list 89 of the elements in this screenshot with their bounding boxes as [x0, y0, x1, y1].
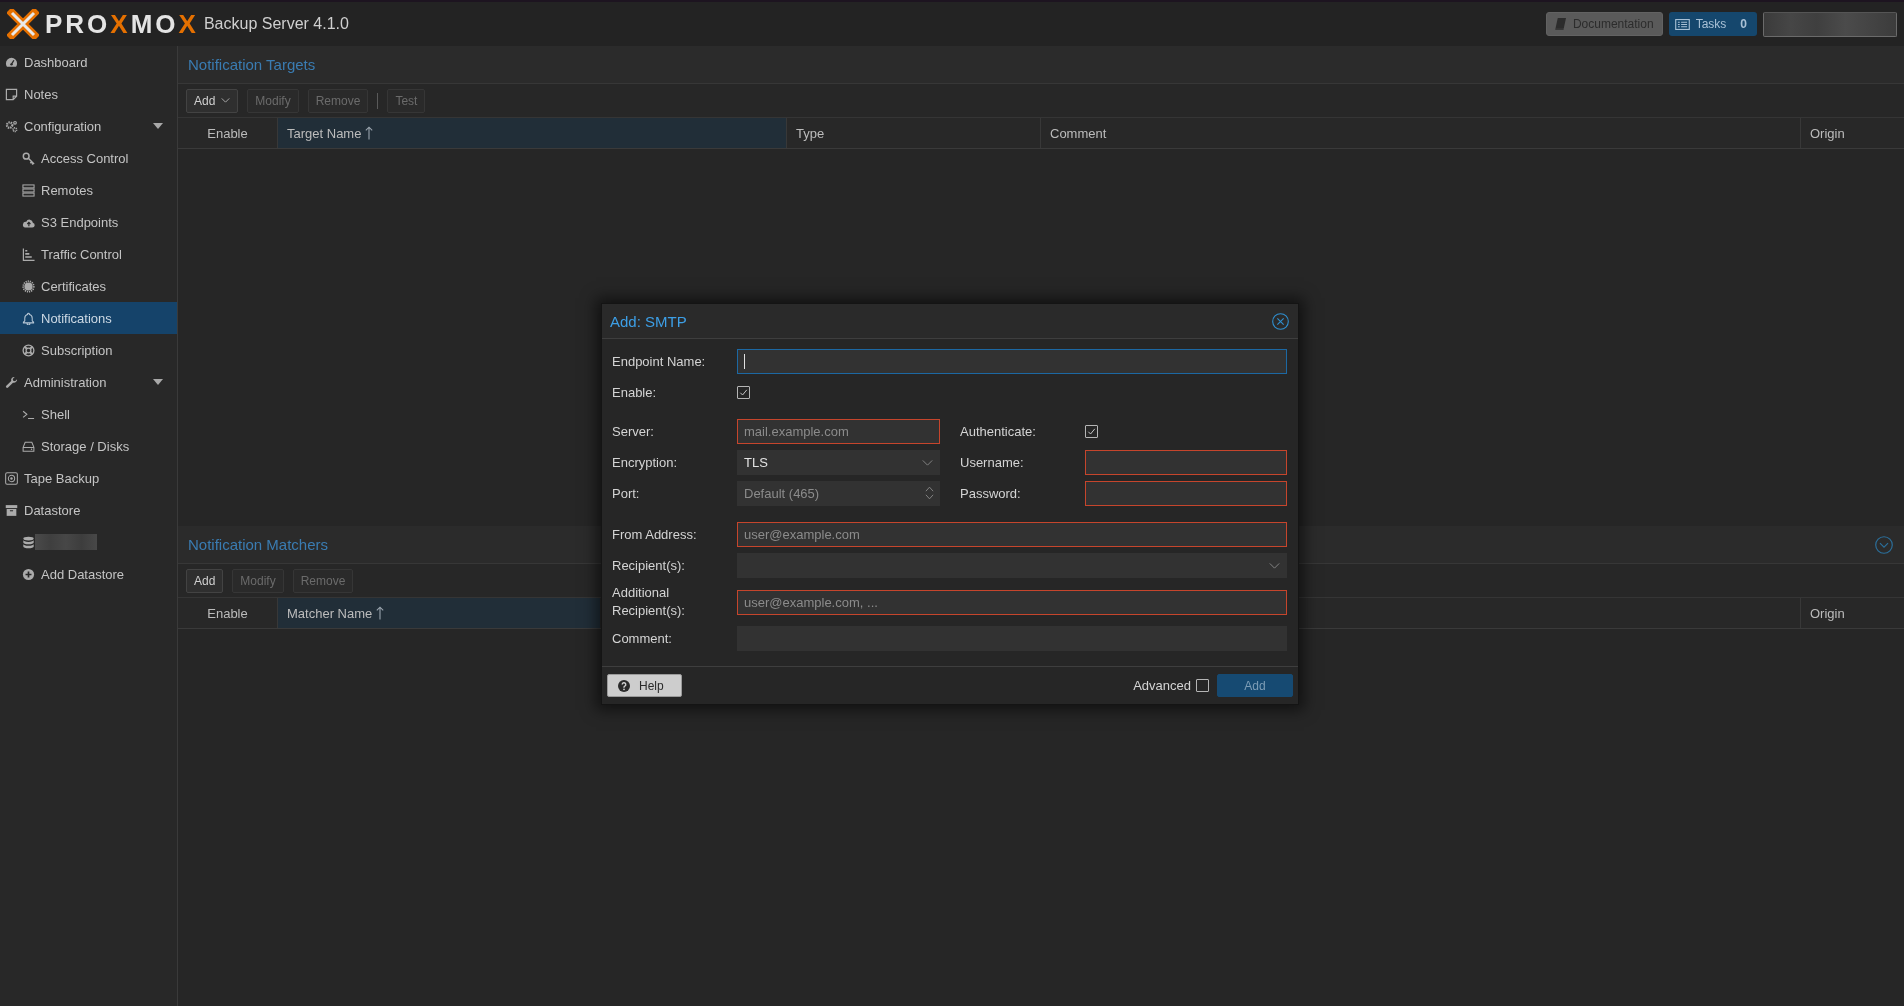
gears-icon [5, 119, 18, 133]
server-stack-icon [22, 183, 35, 197]
tasks-button[interactable]: Tasks 0 [1668, 12, 1757, 36]
life-ring-icon [22, 343, 35, 357]
field-label: Endpoint Name: [612, 352, 707, 371]
field-label: Recipient(s): [612, 556, 686, 575]
sidebar-item[interactable]: Configuration [0, 110, 177, 142]
question-circle-icon [618, 679, 630, 692]
column-header[interactable]: Origin [1800, 118, 1904, 148]
text-field[interactable] [1085, 450, 1287, 475]
panel-title: Notification Targets [188, 56, 316, 73]
sidebar-item[interactable]: S3 Endpoints [0, 206, 177, 238]
password-field[interactable] [1085, 481, 1287, 506]
note-icon [5, 87, 18, 101]
sidebar-item[interactable]: Subscription [0, 334, 177, 366]
text-cursor-icon [744, 354, 745, 369]
close-icon[interactable] [1272, 312, 1289, 330]
archive-box-icon [5, 503, 18, 517]
field-label: Port: [612, 484, 641, 503]
sidebar-item[interactable]: Certificates [0, 270, 177, 302]
dialog-title: Add: SMTP [610, 312, 687, 330]
bell-icon [22, 311, 35, 325]
product-title: Backup Server 4.1.0 [203, 15, 349, 33]
column-header[interactable]: Origin [1800, 598, 1904, 628]
column-header[interactable]: Comment [1040, 118, 1800, 148]
field-label: Authenticate: [960, 422, 1037, 441]
checkbox[interactable] [1196, 679, 1209, 692]
hard-drive-icon [22, 439, 35, 453]
sort-arrow-icon [365, 126, 374, 140]
sidebar-item[interactable]: Notes [0, 78, 177, 110]
chevron-down-icon [221, 98, 231, 103]
chevron-down-icon[interactable] [922, 459, 933, 466]
key-icon [22, 151, 35, 165]
text-field[interactable]: user@example.com, ... [737, 589, 1287, 615]
logo-icon [7, 9, 39, 39]
field-label: Encryption: [612, 453, 679, 472]
stairs-chart-icon [22, 247, 35, 261]
gauge-icon [5, 55, 18, 69]
field-label: Password: [960, 484, 1022, 503]
wrench-icon [5, 375, 18, 389]
select-field[interactable] [737, 553, 1287, 578]
sidebar-item[interactable]: Access Control [0, 142, 177, 174]
help-button[interactable]: Help [607, 674, 682, 697]
field-label: Server: [612, 422, 655, 441]
list-icon [1674, 18, 1690, 30]
text-field[interactable] [737, 349, 1287, 374]
advanced-label: Advanced [1133, 678, 1191, 693]
field-label: Enable: [612, 383, 658, 402]
database-icon [22, 535, 35, 549]
seal-icon [22, 279, 35, 293]
sidebar-item[interactable]: Datastore [0, 494, 177, 526]
caret-down-icon[interactable] [153, 123, 163, 129]
tape-icon [5, 471, 18, 485]
text-field[interactable]: user@example.com [737, 522, 1287, 547]
column-header[interactable]: Target Name [277, 118, 786, 148]
plus-circle-icon [22, 567, 35, 581]
column-header[interactable]: Enable [178, 598, 277, 628]
sidebar-item[interactable]: Traffic Control [0, 238, 177, 270]
text-field[interactable]: mail.example.com [737, 419, 940, 444]
checkbox[interactable] [737, 386, 750, 399]
logo-wordmark: PROXMOX [45, 11, 199, 37]
sort-arrow-icon [376, 606, 385, 620]
column-header[interactable]: Matcher Name [277, 598, 600, 628]
column-header[interactable]: Enable [178, 118, 277, 148]
sidebar-item[interactable]: Add Datastore [0, 558, 177, 590]
sidebar-item[interactable]: Storage / Disks [0, 430, 177, 462]
book-icon [1554, 18, 1566, 30]
sidebar-item[interactable]: Tape Backup [0, 462, 177, 494]
select-field[interactable]: TLS [737, 450, 940, 475]
blurred-block [35, 534, 97, 550]
chevron-down-icon[interactable] [1269, 562, 1280, 569]
menu-button[interactable]: Add [186, 88, 239, 113]
column-header[interactable]: Type [786, 118, 1040, 148]
spinner-arrows-icon[interactable] [925, 485, 934, 501]
panel-title: Notification Matchers [188, 536, 329, 553]
field-label: Comment: [612, 629, 673, 648]
sidebar-item[interactable]: Shell [0, 398, 177, 430]
field-label: From Address: [612, 525, 698, 544]
sidebar-item[interactable]: Notifications [0, 302, 177, 334]
sidebar-item[interactable]: Remotes [0, 174, 177, 206]
number-field[interactable]: Default (465) [737, 481, 940, 506]
field-label: Username: [960, 453, 1025, 472]
field-label: Additional Recipient(s): [612, 584, 686, 620]
sidebar-item[interactable]: Administration [0, 366, 177, 398]
caret-down-icon[interactable] [153, 379, 163, 385]
sidebar-item[interactable]: Dashboard [0, 46, 177, 78]
checkbox[interactable] [1085, 425, 1098, 438]
toolbar-button[interactable]: Add [186, 568, 224, 593]
collapse-icon[interactable] [1875, 535, 1893, 554]
